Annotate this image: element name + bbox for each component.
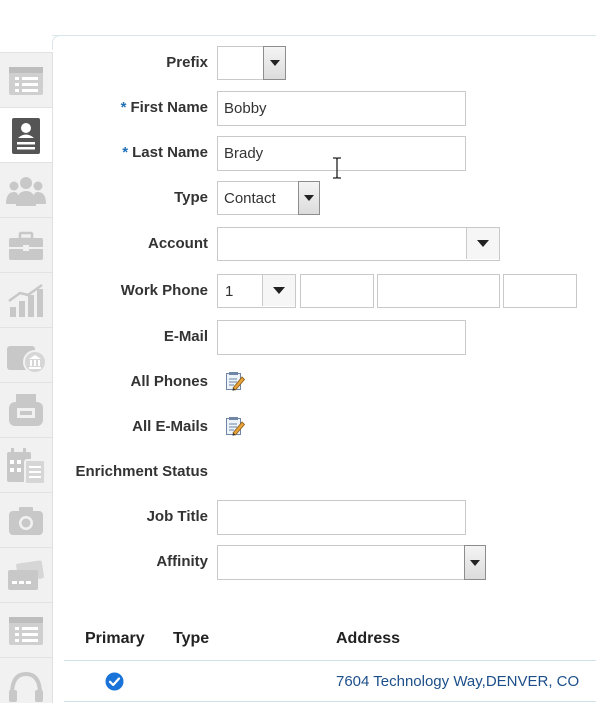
sidebar-item-contact[interactable]	[0, 107, 52, 163]
all-emails-label: All E-Mails	[132, 418, 208, 435]
address-link[interactable]: 7604 Technology Way,DENVER, CO	[336, 673, 579, 690]
list-icon	[9, 616, 43, 645]
panel-top-border	[52, 35, 596, 36]
last-name-label: * Last Name	[122, 144, 208, 161]
last-name-label-text: Last Name	[132, 144, 208, 161]
people-icon	[6, 176, 46, 206]
primary-check-icon	[105, 672, 124, 691]
column-header-address[interactable]: Address	[336, 630, 400, 648]
sidebar-item-list-2[interactable]	[0, 602, 52, 658]
first-name-value: Bobby	[224, 100, 267, 117]
affinity-dropdown-button[interactable]	[464, 545, 486, 580]
work-phone-number-field[interactable]	[377, 274, 500, 308]
edit-phones-icon[interactable]	[225, 371, 245, 391]
sidebar-item-calendar[interactable]	[0, 437, 52, 493]
sidebar	[0, 52, 53, 703]
work-phone-label: Work Phone	[120, 282, 208, 299]
affinity-label: Affinity	[156, 553, 208, 570]
affinity-select[interactable]	[217, 545, 465, 580]
printer-icon	[9, 393, 43, 426]
type-dropdown-button[interactable]	[298, 181, 320, 215]
first-name-label: * First Name	[121, 99, 208, 116]
work-phone-country-value: 1	[225, 282, 234, 300]
type-label: Type	[174, 189, 208, 206]
sidebar-item-opportunities[interactable]	[0, 217, 52, 273]
column-header-type[interactable]: Type	[173, 630, 209, 648]
briefcase-icon	[9, 231, 43, 260]
account-combobox[interactable]	[217, 227, 500, 261]
type-value: Contact	[224, 189, 276, 207]
work-phone-extension-field[interactable]	[503, 274, 577, 308]
chevron-down-icon	[470, 559, 480, 566]
type-select[interactable]: Contact	[217, 181, 299, 215]
work-phone-country-select[interactable]: 1	[217, 274, 296, 308]
calendar-icon	[7, 447, 46, 485]
sidebar-item-cards[interactable]	[0, 547, 52, 603]
prefix-dropdown-button[interactable]	[263, 46, 286, 80]
account-dropdown-button[interactable]	[466, 228, 499, 259]
contact-card-icon	[12, 117, 40, 154]
last-name-value: Brady	[224, 145, 264, 162]
account-label: Account	[148, 235, 208, 252]
work-phone-country-dropdown-button[interactable]	[262, 275, 295, 306]
sidebar-item-people[interactable]	[0, 162, 52, 218]
job-title-field[interactable]	[217, 500, 466, 535]
sidebar-item-accounts[interactable]	[0, 327, 52, 383]
sidebar-item-analytics[interactable]	[0, 272, 52, 328]
sidebar-item-service[interactable]	[0, 382, 52, 438]
required-marker: *	[120, 99, 127, 116]
sidebar-item-support[interactable]	[0, 657, 52, 713]
first-name-label-text: First Name	[130, 99, 208, 116]
column-header-primary[interactable]: Primary	[85, 630, 145, 648]
text-cursor-icon	[333, 157, 341, 179]
edit-emails-icon[interactable]	[225, 416, 245, 436]
sidebar-item-media[interactable]	[0, 492, 52, 548]
prefix-label: Prefix	[166, 54, 208, 71]
table-header-divider	[64, 660, 596, 661]
camera-icon	[9, 506, 43, 535]
chevron-down-icon	[304, 195, 314, 201]
email-label: E-Mail	[163, 328, 208, 345]
first-name-field[interactable]: Bobby	[217, 91, 466, 126]
chevron-down-icon	[477, 240, 489, 247]
headset-icon	[9, 671, 43, 702]
job-title-label: Job Title	[146, 508, 208, 525]
email-field[interactable]	[217, 320, 466, 355]
enrichment-status-label: Enrichment Status	[75, 463, 208, 480]
chevron-down-icon	[273, 287, 285, 294]
panel-corner	[52, 35, 67, 50]
required-marker: *	[122, 144, 129, 161]
list-icon	[9, 66, 43, 95]
prefix-select[interactable]	[217, 46, 264, 80]
work-phone-area-field[interactable]	[300, 274, 374, 308]
all-phones-label: All Phones	[130, 373, 208, 390]
table-row-divider	[64, 701, 596, 702]
sidebar-item-list[interactable]	[0, 52, 52, 108]
bank-icon	[7, 345, 47, 374]
cards-icon	[8, 560, 44, 590]
chart-icon	[8, 283, 43, 317]
chevron-down-icon	[269, 60, 280, 66]
